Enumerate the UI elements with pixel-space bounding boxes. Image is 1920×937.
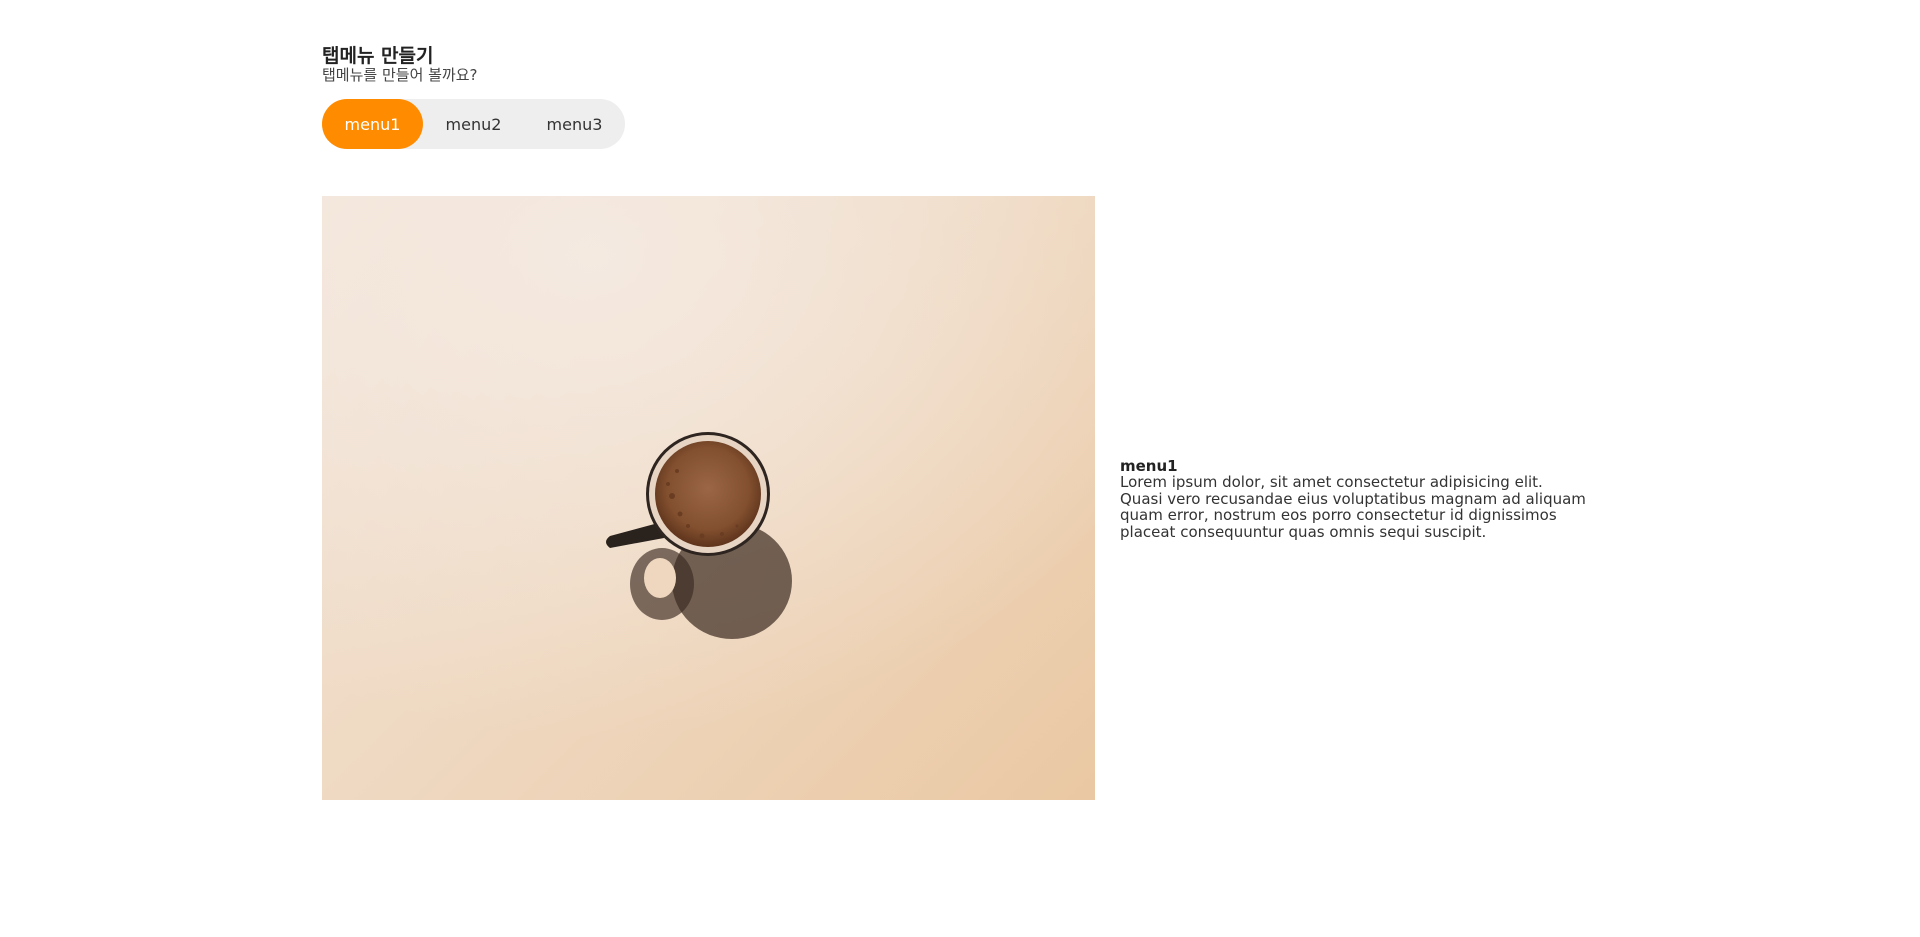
- page-title: 탭메뉴 만들기: [322, 45, 434, 67]
- tab-content-panel: menu1 Lorem ipsum dolor, sit amet consec…: [322, 196, 1598, 800]
- tab-menu: menu1 menu2 menu3: [322, 99, 625, 149]
- description-text: Lorem ipsum dolor, sit amet consectetur …: [1120, 473, 1586, 541]
- page-container: 탭메뉴 만들기 탭메뉴를 만들어 볼까요? menu1 menu2 menu3: [322, 45, 1598, 800]
- tab-menu3[interactable]: menu3: [524, 99, 625, 149]
- tab-description: menu1 Lorem ipsum dolor, sit amet consec…: [1120, 458, 1590, 540]
- coffee-cup-image: [322, 196, 1095, 800]
- tab-menu1[interactable]: menu1: [322, 99, 423, 149]
- coffee-cup-icon: [322, 196, 1095, 800]
- description-title: menu1: [1120, 457, 1178, 475]
- page-subtitle: 탭메뉴를 만들어 볼까요?: [322, 66, 478, 84]
- tab-menu2[interactable]: menu2: [423, 99, 524, 149]
